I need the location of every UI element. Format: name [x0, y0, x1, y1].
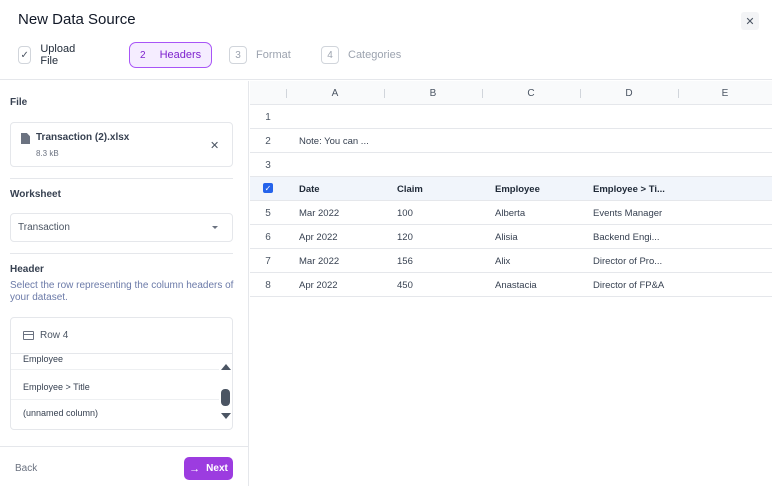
- table-cell: 450: [397, 279, 413, 291]
- file-section-label: File: [10, 97, 28, 108]
- table-row[interactable]: 8 Apr 2022 450 Anastacia Director of FP&…: [250, 273, 772, 297]
- scroll-up-arrow-icon[interactable]: [221, 364, 231, 370]
- step-number: 2: [140, 49, 146, 61]
- panel-footer: Back → Next: [0, 446, 249, 486]
- step-number: 3: [229, 46, 247, 64]
- table-cell: Events Manager: [593, 207, 663, 219]
- table-row[interactable]: 3: [250, 153, 772, 177]
- dialog-title: New Data Source: [18, 11, 136, 28]
- file-size: 8.3 kB: [36, 149, 59, 158]
- table-icon: [23, 331, 34, 340]
- row-number: 5: [265, 207, 271, 219]
- table-row[interactable]: 7 Mar 2022 156 Alix Director of Pro...: [250, 249, 772, 273]
- column-header-d[interactable]: D: [580, 81, 678, 105]
- table-cell: 100: [397, 207, 413, 219]
- column-header-c[interactable]: C: [482, 81, 580, 105]
- column-header-b[interactable]: B: [384, 81, 482, 105]
- scrollbar-thumb[interactable]: [221, 389, 230, 406]
- row-number: 6: [265, 231, 271, 243]
- table-cell: Alix: [495, 255, 511, 267]
- chevron-down-icon: [212, 226, 218, 229]
- table-cell: Anastacia: [495, 279, 537, 291]
- table-cell: Backend Engi...: [593, 231, 660, 243]
- table-cell: Mar 2022: [299, 207, 340, 219]
- divider: [10, 178, 233, 179]
- step-format[interactable]: 3 Format: [229, 42, 291, 68]
- next-button-label: Next: [206, 463, 228, 474]
- close-button[interactable]: ✕: [741, 12, 759, 30]
- table-cell: Apr 2022: [299, 231, 338, 243]
- table-cell: 156: [397, 255, 413, 267]
- table-cell: Mar 2022: [299, 255, 340, 267]
- step-label: Categories: [348, 49, 402, 61]
- remove-file-button[interactable]: ✕: [210, 139, 219, 152]
- checkmark-icon: ✓: [18, 46, 32, 64]
- header-section-label: Header: [10, 264, 44, 275]
- step-label: Headers: [159, 49, 202, 61]
- table-cell: Note: You can ...: [299, 135, 369, 147]
- worksheet-section-label: Worksheet: [10, 189, 61, 200]
- arrow-right-icon: →: [189, 462, 201, 475]
- table-cell: 120: [397, 231, 413, 243]
- scroll-down-arrow-icon[interactable]: [221, 413, 231, 419]
- close-icon: ✕: [745, 15, 755, 28]
- row-number: 2: [265, 135, 271, 147]
- table-row[interactable]: 1: [250, 105, 772, 129]
- row-number: 3: [265, 159, 271, 171]
- column-option[interactable]: (unnamed column): [11, 400, 219, 426]
- selected-row-label: Row 4: [40, 330, 69, 341]
- step-label: Format: [256, 49, 291, 61]
- settings-panel: File Transaction (2).xlsx 8.3 kB ✕ Works…: [0, 81, 249, 486]
- row-number: 1: [265, 111, 271, 123]
- back-button[interactable]: Back: [15, 463, 37, 474]
- row-number: 8: [265, 279, 271, 291]
- row-checkbox[interactable]: ✓: [263, 183, 273, 193]
- table-cell: Employee: [495, 183, 540, 195]
- worksheet-select-value: Transaction: [18, 222, 70, 233]
- table-cell: Director of FP&A: [593, 279, 665, 291]
- table-cell: Claim: [397, 183, 423, 195]
- divider: [10, 253, 233, 254]
- table-row[interactable]: 6 Apr 2022 120 Alisia Backend Engi...: [250, 225, 772, 249]
- column-header-e[interactable]: E: [678, 81, 772, 105]
- header-help-text: Select the row representing the column h…: [10, 280, 234, 303]
- step-upload-file[interactable]: ✓ Upload File: [18, 42, 80, 68]
- worksheet-select[interactable]: Transaction: [10, 213, 233, 242]
- column-option[interactable]: Employee: [11, 348, 219, 370]
- column-header-a[interactable]: A: [286, 81, 384, 105]
- table-cell: Director of Pro...: [593, 255, 663, 267]
- step-number: 4: [321, 46, 339, 64]
- file-icon: [21, 133, 30, 144]
- step-categories[interactable]: 4 Categories: [321, 42, 401, 68]
- step-headers[interactable]: 2 Headers: [129, 42, 213, 68]
- table-cell: Date: [299, 183, 320, 195]
- table-cell: Alberta: [495, 207, 526, 219]
- file-name: Transaction (2).xlsx: [36, 132, 130, 143]
- table-cell: Apr 2022: [299, 279, 338, 291]
- row-number: 7: [265, 255, 271, 267]
- table-row[interactable]: 2 Note: You can ...: [250, 129, 772, 153]
- table-cell: Alisia: [495, 231, 518, 243]
- table-row-header-selected[interactable]: ✓ Date Claim Employee Employee > Ti...: [250, 177, 772, 201]
- next-button[interactable]: → Next: [184, 457, 233, 480]
- table-cell: Employee > Ti...: [593, 183, 665, 195]
- table-row[interactable]: 5 Mar 2022 100 Alberta Events Manager: [250, 201, 772, 225]
- spreadsheet-preview: A B C D E 1 2 Note: You can ... 3 ✓ Date…: [250, 81, 772, 486]
- column-option[interactable]: Employee > Title: [11, 374, 219, 400]
- header-row-selector: Row 4 Employee Employee > Title (unnamed…: [10, 317, 233, 430]
- step-label: Upload File: [40, 43, 76, 67]
- dialog-header: New Data Source ✕ ✓ Upload File 2 Header…: [0, 0, 772, 80]
- file-card: Transaction (2).xlsx 8.3 kB ✕: [10, 122, 233, 167]
